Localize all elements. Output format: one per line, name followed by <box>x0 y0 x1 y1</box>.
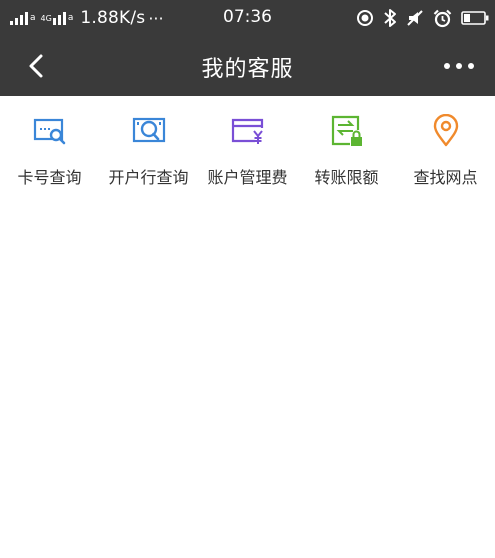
page-title: 我的客服 <box>201 57 294 82</box>
card-search-icon <box>33 118 66 145</box>
status-bar-right <box>356 7 489 29</box>
shortcut-label: 转账限额 <box>314 168 379 187</box>
shortcut-card-number-query[interactable]: 卡号查询 <box>0 96 99 196</box>
location-icon <box>357 10 373 26</box>
location-pin-icon <box>433 114 459 147</box>
navigation-bar: 我的客服 <box>0 35 495 96</box>
status-bar: a 4G a 1.88K/s ··· 07:36 <box>0 0 495 35</box>
alarm-icon <box>433 9 452 27</box>
shortcut-grid: 卡号查询 开户行查询 账户管理费 转账限额 查找网点 <box>0 96 495 196</box>
account-fee-icon <box>231 118 264 144</box>
more-dots-icon <box>444 63 474 69</box>
more-button[interactable] <box>441 53 477 79</box>
shortcut-label: 查找网点 <box>413 168 478 187</box>
bank-search-icon <box>132 117 166 143</box>
shortcut-find-branch[interactable]: 查找网点 <box>396 96 495 196</box>
bluetooth-icon <box>384 9 396 27</box>
shortcut-transfer-limit[interactable]: 转账限额 <box>297 96 396 196</box>
shortcut-label: 账户管理费 <box>207 168 288 187</box>
transfer-limit-icon <box>331 115 362 146</box>
battery-icon <box>461 11 489 25</box>
shortcut-label: 开户行查询 <box>108 168 189 187</box>
shortcut-label: 卡号查询 <box>17 168 82 187</box>
mute-icon <box>407 10 423 26</box>
shortcut-account-management-fee[interactable]: 账户管理费 <box>198 96 297 196</box>
shortcut-bank-branch-query[interactable]: 开户行查询 <box>99 96 198 196</box>
